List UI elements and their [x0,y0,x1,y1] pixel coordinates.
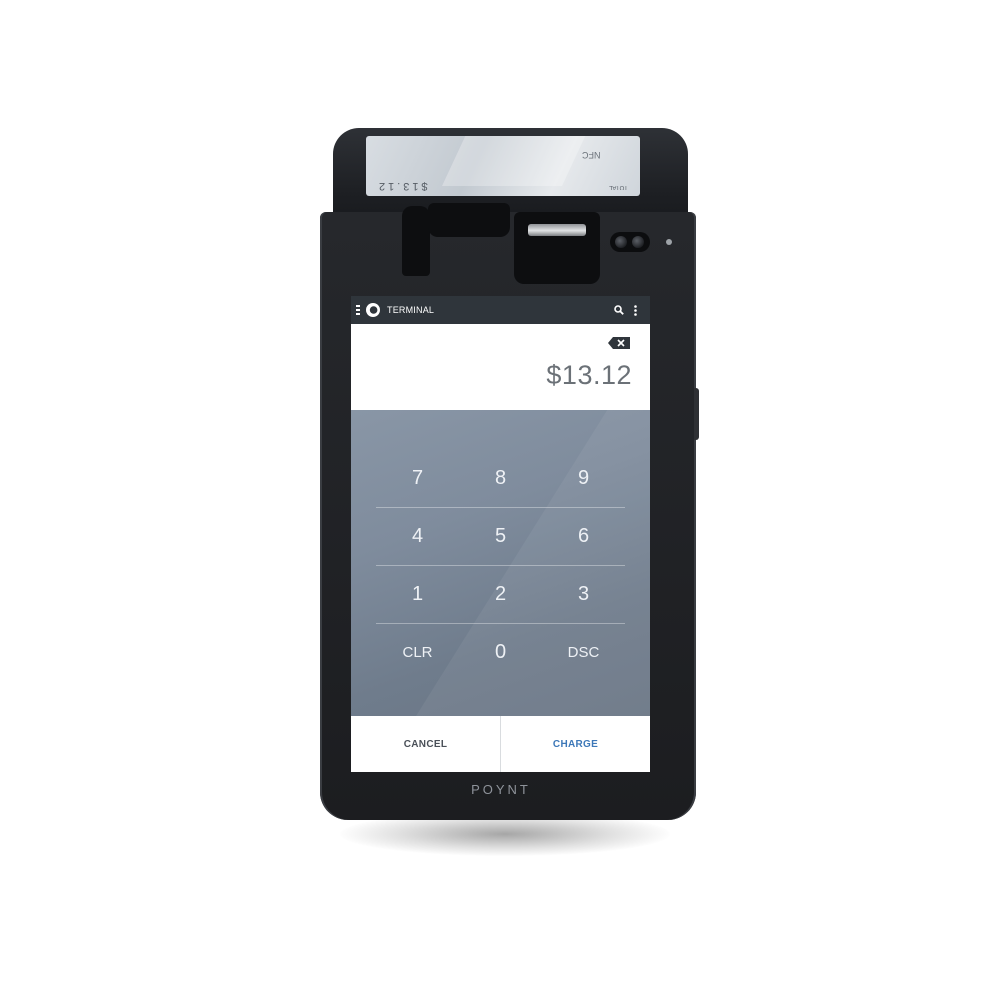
keypad-row: 1 2 3 [376,565,625,623]
key-8[interactable]: 8 [459,449,542,507]
cancel-button[interactable]: CANCEL [351,716,501,772]
amount-value: $13.12 [546,360,632,390]
card-clip-middle [428,203,510,237]
app-title: TERMINAL [387,305,435,315]
app-bar: TERMINAL [351,296,650,324]
camera-lens-icon [615,236,627,248]
camera-lens-icon [632,236,644,248]
keypad-row: 4 5 6 [376,507,625,565]
customer-display-nfc-label: NFC [581,150,601,160]
key-clear[interactable]: CLR [376,623,459,681]
side-button[interactable] [694,388,699,440]
card-reader-slot[interactable] [514,212,600,284]
amount-display: $13.12 [351,324,650,410]
more-vert-icon[interactable] [628,296,642,324]
key-4[interactable]: 4 [376,507,459,565]
search-icon[interactable] [612,296,626,324]
backspace-icon[interactable] [608,336,630,349]
camera-module [610,232,650,252]
menu-icon[interactable] [352,296,364,324]
status-led [666,239,672,245]
key-7[interactable]: 7 [376,449,459,507]
card-clip-left [402,206,430,276]
key-2[interactable]: 2 [459,565,542,623]
customer-display-total-value: $13.12 [376,180,428,192]
merchant-screen: TERMINAL $13.12 7 8 9 4 5 6 1 2 3 CLR 0 … [351,296,650,772]
key-6[interactable]: 6 [542,507,625,565]
key-9[interactable]: 9 [542,449,625,507]
key-discount[interactable]: DSC [542,623,625,681]
key-3[interactable]: 3 [542,565,625,623]
key-5[interactable]: 5 [459,507,542,565]
keypad: 7 8 9 4 5 6 1 2 3 CLR 0 DSC [351,410,650,716]
keypad-row: CLR 0 DSC [376,623,625,681]
customer-display: NFC $13.12 TOTAL [366,136,640,196]
charge-button[interactable]: CHARGE [501,716,650,772]
customer-display-total-label: TOTAL [609,184,628,190]
key-1[interactable]: 1 [376,565,459,623]
card-slot-opening [528,224,586,236]
keypad-row: 7 8 9 [376,449,625,507]
poynt-logo-icon[interactable] [365,302,381,318]
brand-logo: POYNT [471,782,531,797]
action-bar: CANCEL CHARGE [351,716,650,772]
key-0[interactable]: 0 [459,623,542,681]
customer-display-glare [442,136,590,186]
